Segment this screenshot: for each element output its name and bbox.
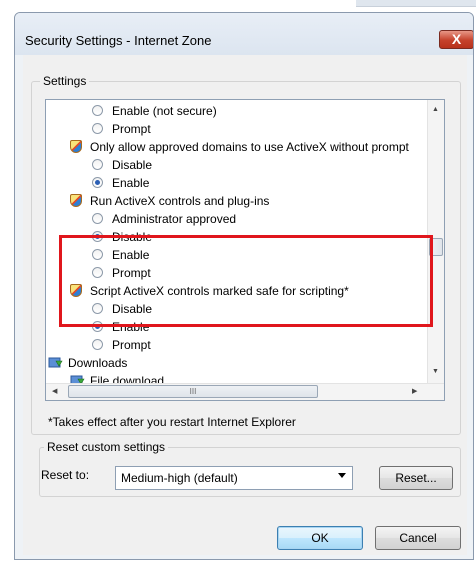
settings-group-label: Settings [40,74,90,88]
setting-category: Downloads [48,354,408,372]
horizontal-scrollbar[interactable]: ◀ III ▶ [46,383,444,400]
radio-option[interactable]: Enable (not secure) [92,102,444,120]
item-label: Prompt [112,266,151,280]
cancel-button[interactable]: Cancel [375,526,461,550]
scroll-down-arrow-icon[interactable]: ▼ [432,368,439,375]
scroll-left-arrow-icon[interactable]: ◀ [52,387,57,395]
reset-to-label: Reset to: [41,468,90,482]
vertical-scroll-thumb[interactable] [429,238,443,256]
setting-category: Only allow approved domains to use Activ… [70,138,430,156]
radio-option[interactable]: Disable [92,300,444,318]
radio-button[interactable] [92,177,103,188]
item-label: Enable [112,248,150,262]
radio-button[interactable] [92,339,103,350]
radio-button[interactable] [92,249,103,260]
item-label: Enable (not secure) [112,104,217,118]
radio-option[interactable]: Disable [92,156,444,174]
download-icon [48,356,63,369]
item-label: Run ActiveX controls and plug-ins [90,194,270,208]
radio-button[interactable] [92,123,103,134]
radio-option[interactable]: Enable [92,174,444,192]
radio-option[interactable]: Prompt [92,120,444,138]
reset-button[interactable]: Reset... [379,466,453,490]
radio-button[interactable] [92,105,103,116]
setting-category: Run ActiveX controls and plug-ins [70,192,430,210]
settings-tree-list[interactable]: File download Downloads Prompt Enable Disabl… [45,99,445,401]
radio-button[interactable] [92,231,103,242]
radio-option[interactable]: Prompt [92,264,444,282]
chevron-down-icon [338,473,346,478]
background-tab [356,0,476,7]
close-button[interactable]: X [439,30,473,49]
title-bar[interactable]: Security Settings - Internet Zone X [15,13,473,55]
radio-option[interactable]: Prompt [92,336,444,354]
dialog-body: Settings File download Downloads Prompt Ena… [23,55,467,555]
item-label: Prompt [112,338,151,352]
radio-button[interactable] [92,159,103,170]
item-label: Enable [112,320,150,334]
dialog-title: Security Settings - Internet Zone [25,33,212,48]
shield-icon [70,284,82,297]
shield-icon [70,140,82,153]
horizontal-scroll-thumb[interactable]: III [68,385,318,398]
reset-level-value: Medium-high (default) [121,471,238,485]
restart-note: *Takes effect after you restart Internet… [48,415,296,429]
ok-button[interactable]: OK [277,526,363,550]
radio-option[interactable]: Administrator approved [92,210,444,228]
item-label: Enable [112,176,150,190]
reset-group-label: Reset custom settings [44,440,169,454]
radio-option[interactable]: Disable [92,228,444,246]
scroll-up-arrow-icon[interactable]: ▲ [432,106,439,113]
scroll-right-arrow-icon[interactable]: ▶ [412,387,417,395]
radio-button[interactable] [92,303,103,314]
item-label: Downloads [68,356,128,370]
radio-button[interactable] [92,267,103,278]
vertical-scrollbar[interactable]: ▲ ▼ [427,100,444,384]
radio-option[interactable]: Enable [92,246,444,264]
shield-icon [70,194,82,207]
item-label: Administrator approved [112,212,237,226]
background-strip [0,0,476,12]
item-label: Disable [112,158,153,172]
reset-level-select[interactable]: Medium-high (default) [115,466,353,490]
setting-category: Script ActiveX controls marked safe for … [70,282,430,300]
radio-button[interactable] [92,321,103,332]
security-settings-dialog: Security Settings - Internet Zone X Sett… [14,12,474,560]
item-label: Only allow approved domains to use Activ… [90,140,409,154]
item-label: Disable [112,302,153,316]
radio-option[interactable]: Enable [92,318,444,336]
item-label: Script ActiveX controls marked safe for … [90,284,349,298]
item-label: Prompt [112,122,151,136]
radio-button[interactable] [92,213,103,224]
item-label: Disable [112,230,153,244]
